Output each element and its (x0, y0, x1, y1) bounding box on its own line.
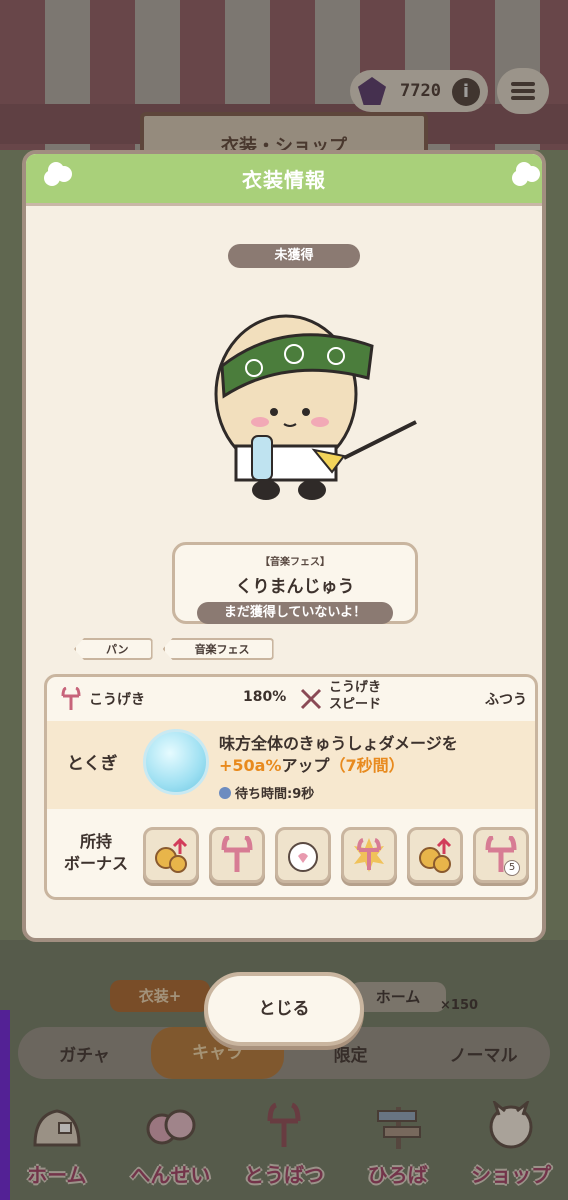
modal-header: 衣装情報 (26, 154, 542, 206)
modal-body: 未獲得 【音楽フェス】 くりまんじゅう まだ獲得していないよ！ パン 音楽フェス… (34, 214, 538, 930)
coin-up-icon (155, 837, 188, 873)
skill-bonus-value: +50a% (219, 756, 282, 775)
costume-series-tag: 【音楽フェス】 (260, 557, 330, 568)
skill-description-line1: 味方全体のきゅうしょダメージを (219, 734, 458, 753)
skill-wait-time: 待ち時間:9秒 (219, 783, 314, 802)
tag-chip-music-fes: 音楽フェス (162, 638, 274, 660)
skill-description: 味方全体のきゅうしょダメージを +50a%アップ（7秒間） (219, 733, 458, 777)
not-obtained-note: まだ獲得していないよ！ (197, 602, 393, 624)
costume-name-plate: 【音楽フェス】 くりまんじゅう まだ獲得していないよ！ (172, 542, 418, 624)
character-illustration (214, 314, 417, 500)
attack-label: こうげき (89, 692, 145, 708)
bonus-slot-trident-burst[interactable] (341, 827, 397, 883)
attack-speed-label-line1: こうげき (329, 680, 382, 695)
skill-wait-text: 待ち時間:9秒 (235, 787, 315, 802)
bonus-slot-trident-2[interactable]: 5 (473, 827, 529, 883)
tag-chip-bread: パン (74, 638, 153, 660)
status-badge: 未獲得 (228, 244, 360, 268)
trident-icon (221, 836, 253, 872)
skill-orb-icon (143, 729, 209, 795)
bonus-row: 所持 ボーナス 5 (47, 817, 535, 897)
trident-burst-icon (354, 838, 384, 872)
skill-label: とくぎ (67, 754, 118, 774)
costume-tags: パン 音楽フェス (74, 638, 274, 660)
flower-decoration-icon (516, 162, 532, 178)
trident-icon (61, 687, 81, 710)
costume-character-name: くりまんじゅう (235, 577, 355, 597)
modal-title: 衣装情報 (242, 168, 326, 192)
skill-duration: （7秒間） (329, 756, 405, 775)
bonus-level-badge: 5 (504, 860, 520, 876)
bonus-slot-coin-up[interactable] (143, 827, 199, 883)
costume-info-modal: 衣装情報 未獲得 【音楽フェス】 くりまんじゅう まだ獲得していないよ！ パン … (22, 150, 546, 942)
skill-bonus-text: アップ (281, 756, 330, 775)
bonus-label-line2: ボーナス (63, 854, 128, 873)
flower-decoration-icon (48, 162, 64, 178)
attack-speed-value: ふつう (485, 692, 527, 708)
bonus-label-line1: 所持 (79, 832, 112, 851)
crossed-weapons-icon (300, 688, 322, 710)
attack-value: 180% (243, 689, 287, 705)
skill-section: とくぎ 味方全体のきゅうしょダメージを +50a%アップ（7秒間） 待ち時間:9… (47, 721, 535, 809)
stat-row: こうげき 180% こうげき スピード ふつう (47, 677, 535, 721)
bonus-label: 所持 ボーナス (59, 831, 133, 875)
bonus-slot-trident[interactable] (209, 827, 265, 883)
bonus-slot-coin-up-2[interactable] (407, 827, 463, 883)
coin-up-icon (419, 837, 452, 873)
attack-speed-label-line2: スピード (329, 697, 382, 712)
timer-icon (219, 787, 231, 799)
close-button[interactable]: とじる (204, 972, 364, 1046)
attack-speed-label: こうげき スピード (329, 679, 381, 713)
stats-box: こうげき 180% こうげき スピード ふつう とくぎ 味方全体のきゅうしょダメ… (44, 674, 538, 900)
bonus-slot-cat-face[interactable] (275, 827, 331, 883)
cat-face-icon (288, 842, 318, 872)
